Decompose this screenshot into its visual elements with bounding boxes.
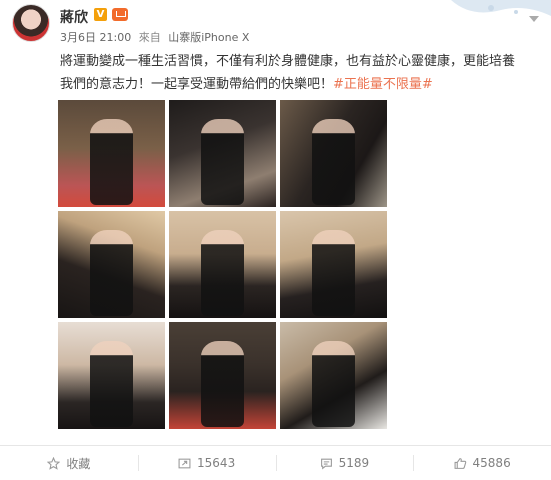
person-figure bbox=[312, 230, 355, 316]
comment-button[interactable]: 5189 bbox=[275, 446, 414, 480]
person-figure bbox=[201, 119, 244, 205]
repost-icon bbox=[178, 458, 191, 468]
repost-button[interactable]: 15643 bbox=[137, 446, 276, 480]
favorite-label: 收藏 bbox=[66, 456, 91, 471]
member-icon[interactable] bbox=[112, 8, 128, 21]
post-text-line: 將運動變成一種生活習慣，不僅有利於身體健康，也有益於心靈健康，更能培養 bbox=[60, 54, 516, 69]
thumbs-up-icon bbox=[454, 457, 466, 469]
person-figure bbox=[90, 230, 133, 316]
photo-closeup-selfie-3[interactable] bbox=[280, 211, 387, 318]
author-name[interactable]: 蔣欣 bbox=[60, 7, 88, 27]
photo-closeup-selfie-4[interactable] bbox=[58, 322, 165, 429]
person-figure bbox=[312, 341, 355, 427]
comment-icon bbox=[320, 458, 332, 470]
photo-grid bbox=[58, 100, 388, 430]
favorite-button[interactable]: 收藏 bbox=[0, 446, 138, 480]
photo-gym-mirror-selfie-5[interactable] bbox=[280, 322, 387, 429]
source-prefix: 來自 bbox=[138, 31, 161, 44]
post-text-line: 我們的意志力！一起享受運動帶給們的快樂吧！ bbox=[60, 77, 334, 92]
person-figure bbox=[312, 119, 355, 205]
post-source[interactable]: 山寨版iPhone X bbox=[168, 31, 249, 44]
post-time[interactable]: 3月6日 21:00 bbox=[60, 31, 131, 44]
photo-gym-mirror-selfie-3[interactable] bbox=[280, 100, 387, 207]
photo-gym-mirror-selfie-4[interactable] bbox=[169, 322, 276, 429]
person-figure bbox=[90, 341, 133, 427]
action-bar: 收藏 15643 5189 45886 bbox=[0, 446, 551, 480]
photo-closeup-selfie-2[interactable] bbox=[169, 211, 276, 318]
chevron-down-icon[interactable] bbox=[529, 16, 539, 22]
post-text: 將運動變成一種生活習慣，不僅有利於身體健康，也有益於心靈健康，更能培養 我們的意… bbox=[60, 50, 540, 96]
hashtag-link[interactable]: #正能量不限量# bbox=[333, 77, 433, 92]
photo-gym-mirror-selfie-2[interactable] bbox=[169, 100, 276, 207]
photo-closeup-selfie-1[interactable] bbox=[58, 211, 165, 318]
verified-icon: V bbox=[94, 8, 107, 21]
like-button[interactable]: 45886 bbox=[413, 446, 551, 480]
weibo-post-card: 蔣欣 V 3月6日 21:00 來自 山寨版iPhone X 將運動變成一種生活… bbox=[0, 0, 551, 480]
person-figure bbox=[90, 119, 133, 205]
post-meta: 3月6日 21:00 來自 山寨版iPhone X bbox=[60, 29, 253, 45]
comment-count: 5189 bbox=[338, 456, 370, 470]
corner-decoration bbox=[451, 0, 551, 16]
repost-count: 15643 bbox=[197, 456, 236, 470]
photo-gym-mirror-selfie-1[interactable] bbox=[58, 100, 165, 207]
person-figure bbox=[201, 230, 244, 316]
star-icon bbox=[47, 456, 61, 470]
avatar[interactable] bbox=[12, 4, 50, 42]
like-count: 45886 bbox=[472, 456, 511, 470]
person-figure bbox=[201, 341, 244, 427]
